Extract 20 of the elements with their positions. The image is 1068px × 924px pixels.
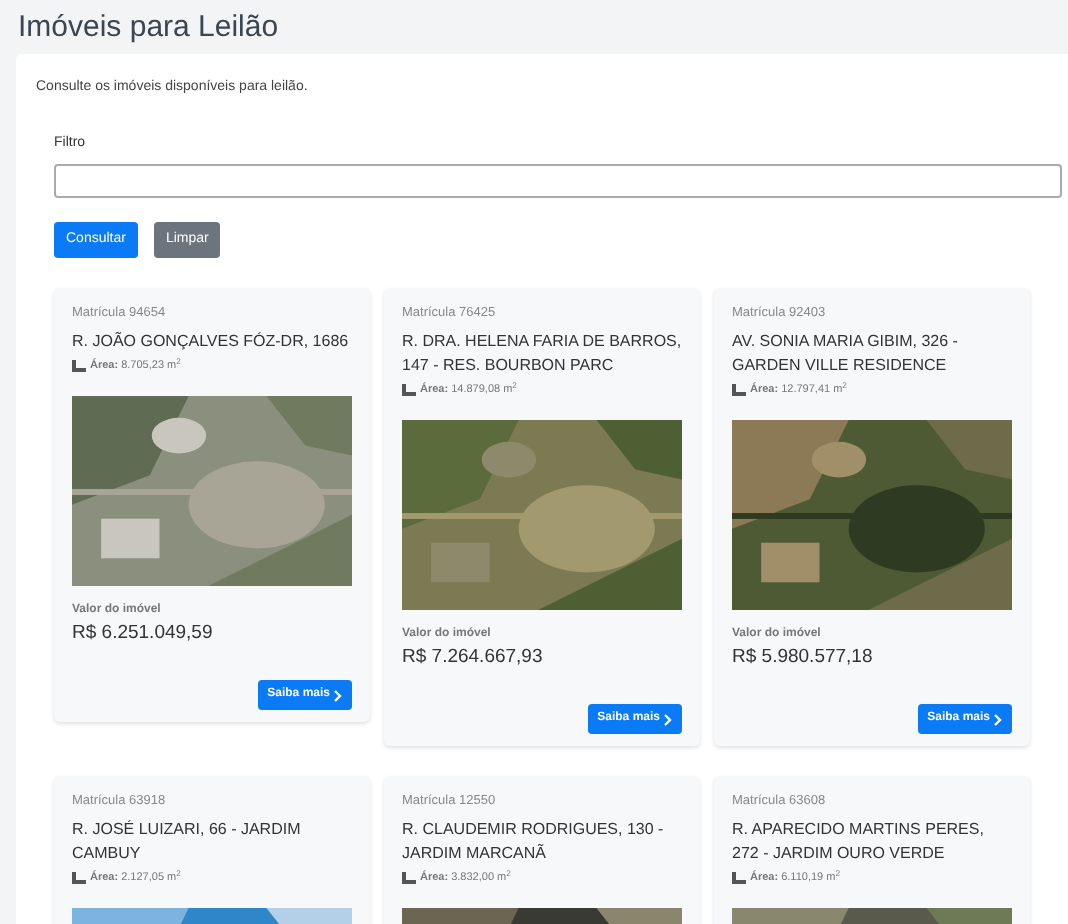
- property-address: R. CLAUDEMIR RODRIGUES, 130 - JARDIM MARCANÃ: [402, 818, 666, 866]
- ruler-icon: [732, 872, 746, 884]
- property-address: AV. SONIA MARIA GIBIM, 326 - GARDEN VILLE RESIDENCE: [732, 330, 960, 378]
- property-address: R. JOÃO GONÇALVES FÓZ-DR, 1686: [72, 330, 351, 354]
- chevron-right-icon: [664, 713, 672, 725]
- ruler-icon: [402, 384, 416, 396]
- filter-field[interactable]: [54, 164, 1062, 198]
- property-value: R$ 6.251.049,59: [72, 620, 215, 646]
- chevron-right-icon: [334, 689, 342, 701]
- ruler-icon: [72, 872, 86, 884]
- property-value: R$ 7.264.667,93: [402, 644, 545, 670]
- chevron-right-icon: [994, 713, 1002, 725]
- property-address: R. DRA. HELENA FARIA DE BARROS, 147 - RES. BOURBON PARC: [402, 330, 682, 378]
- property-value: R$ 5.980.577,18: [732, 644, 875, 670]
- ruler-icon: [402, 872, 416, 884]
- page-title: Imóveis para Leilão: [18, 10, 279, 46]
- ruler-icon: [732, 384, 746, 396]
- property-address: R. APARECIDO MARTINS PERES, 272 - JARDIM OURO VERDE: [732, 818, 986, 866]
- property-address: R. JOSÉ LUIZARI, 66 - JARDIM CAMBUY: [72, 818, 303, 866]
- ruler-icon: [72, 360, 86, 372]
